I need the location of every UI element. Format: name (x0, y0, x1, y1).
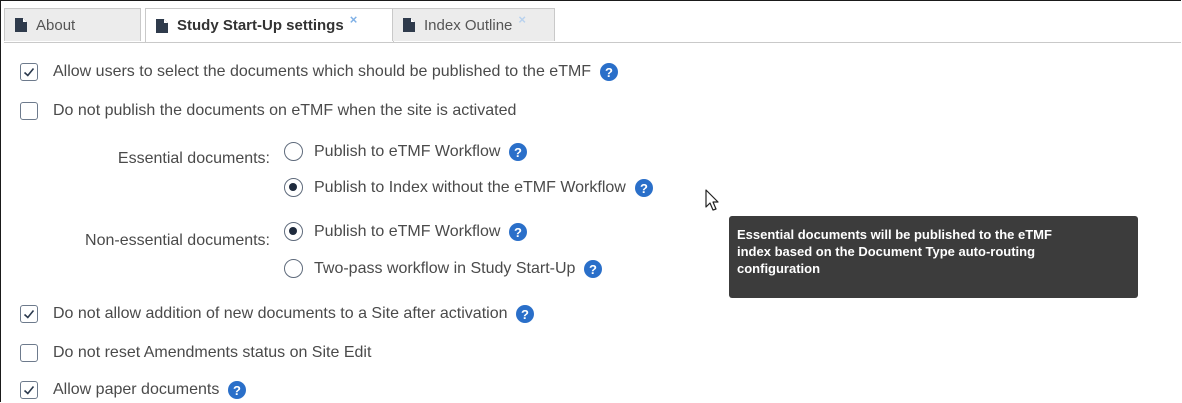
checkbox-allow-paper-documents[interactable] (20, 381, 38, 399)
question-circle-icon[interactable]: ? (634, 178, 653, 197)
svg-text:?: ? (233, 383, 241, 398)
tab-bar: About Study Start-Up settings × Index Ou… (4, 8, 1181, 43)
svg-text:?: ? (514, 145, 522, 160)
setting-allow-select-publish: Allow users to select the documents whic… (20, 63, 619, 81)
checkbox-do-not-publish-on-activation[interactable] (20, 102, 38, 120)
setting-label: Allow paper documents (53, 381, 220, 398)
radio-option-nonessential-etmf-workflow[interactable]: Publish to eTMF Workflow ? (284, 222, 528, 241)
question-circle-icon[interactable]: ? (509, 222, 528, 241)
question-circle-icon[interactable]: ? (584, 259, 603, 278)
svg-text:?: ? (514, 225, 522, 240)
check-icon (23, 67, 35, 77)
setting-label: Allow users to select the documents whic… (53, 63, 592, 80)
checkbox-allow-select-publish[interactable] (20, 63, 38, 81)
question-circle-icon[interactable]: ? (509, 142, 528, 161)
tooltip-line: Essential documents will be published to… (737, 227, 1052, 242)
setting-no-new-docs-after-activation: Do not allow addition of new documents t… (20, 305, 535, 323)
tab-about[interactable]: About (4, 8, 141, 41)
check-icon (23, 309, 35, 319)
document-icon (15, 18, 27, 32)
radio-label: Two-pass workflow in Study Start-Up (314, 259, 576, 277)
mouse-pointer-icon (705, 189, 719, 211)
svg-text:?: ? (589, 262, 597, 277)
help-tooltip: Essential documents will be published to… (729, 216, 1138, 298)
window-frame (0, 0, 1181, 402)
document-icon (156, 18, 168, 33)
tab-label: Study Start-Up settings (177, 17, 344, 34)
radio-option-essential-etmf-workflow[interactable]: Publish to eTMF Workflow ? (284, 142, 528, 161)
setting-allow-paper-documents: Allow paper documents ? (20, 381, 247, 399)
radio-button[interactable] (284, 259, 303, 278)
close-icon[interactable]: × (518, 12, 526, 27)
tab-index-outline[interactable]: Index Outline × (392, 8, 555, 41)
radio-option-nonessential-two-pass[interactable]: Two-pass workflow in Study Start-Up ? (284, 259, 603, 278)
question-circle-icon[interactable]: ? (228, 381, 247, 399)
check-icon (23, 385, 35, 395)
setting-label: Do not reset Amendments status on Site E… (53, 344, 372, 361)
checkbox-no-reset-amendments[interactable] (20, 344, 38, 362)
tab-label: About (36, 16, 76, 34)
setting-do-not-publish-on-activation: Do not publish the documents on eTMF whe… (20, 102, 516, 120)
tab-label: Index Outline (424, 16, 513, 34)
setting-label: Do not publish the documents on eTMF whe… (53, 102, 517, 119)
question-circle-icon[interactable]: ? (516, 305, 535, 323)
radio-button[interactable] (284, 142, 303, 161)
close-icon[interactable]: × (350, 12, 358, 27)
tab-study-start-up-settings[interactable]: Study Start-Up settings × (145, 8, 394, 42)
non-essential-documents-label: Non-essential documents: (85, 232, 270, 249)
radio-label: Publish to eTMF Workflow (314, 222, 501, 240)
radio-label: Publish to Index without the eTMF Workfl… (314, 178, 626, 196)
radio-button[interactable] (284, 222, 303, 241)
radio-option-essential-index-no-workflow[interactable]: Publish to Index without the eTMF Workfl… (284, 178, 653, 197)
radio-label: Publish to eTMF Workflow (314, 142, 501, 160)
svg-text:?: ? (522, 307, 530, 322)
tooltip-line: index based on the Document Type auto-ro… (737, 244, 1036, 259)
tooltip-line: configuration (737, 261, 821, 276)
svg-text:?: ? (605, 65, 613, 80)
document-icon (403, 18, 415, 32)
radio-button[interactable] (284, 178, 303, 197)
essential-documents-label: Essential documents: (117, 150, 270, 167)
svg-text:?: ? (640, 181, 648, 196)
checkbox-no-new-docs-after-activation[interactable] (20, 305, 38, 323)
question-circle-icon[interactable]: ? (600, 63, 619, 81)
setting-no-reset-amendments: Do not reset Amendments status on Site E… (20, 344, 371, 362)
setting-label: Do not allow addition of new documents t… (53, 305, 508, 322)
